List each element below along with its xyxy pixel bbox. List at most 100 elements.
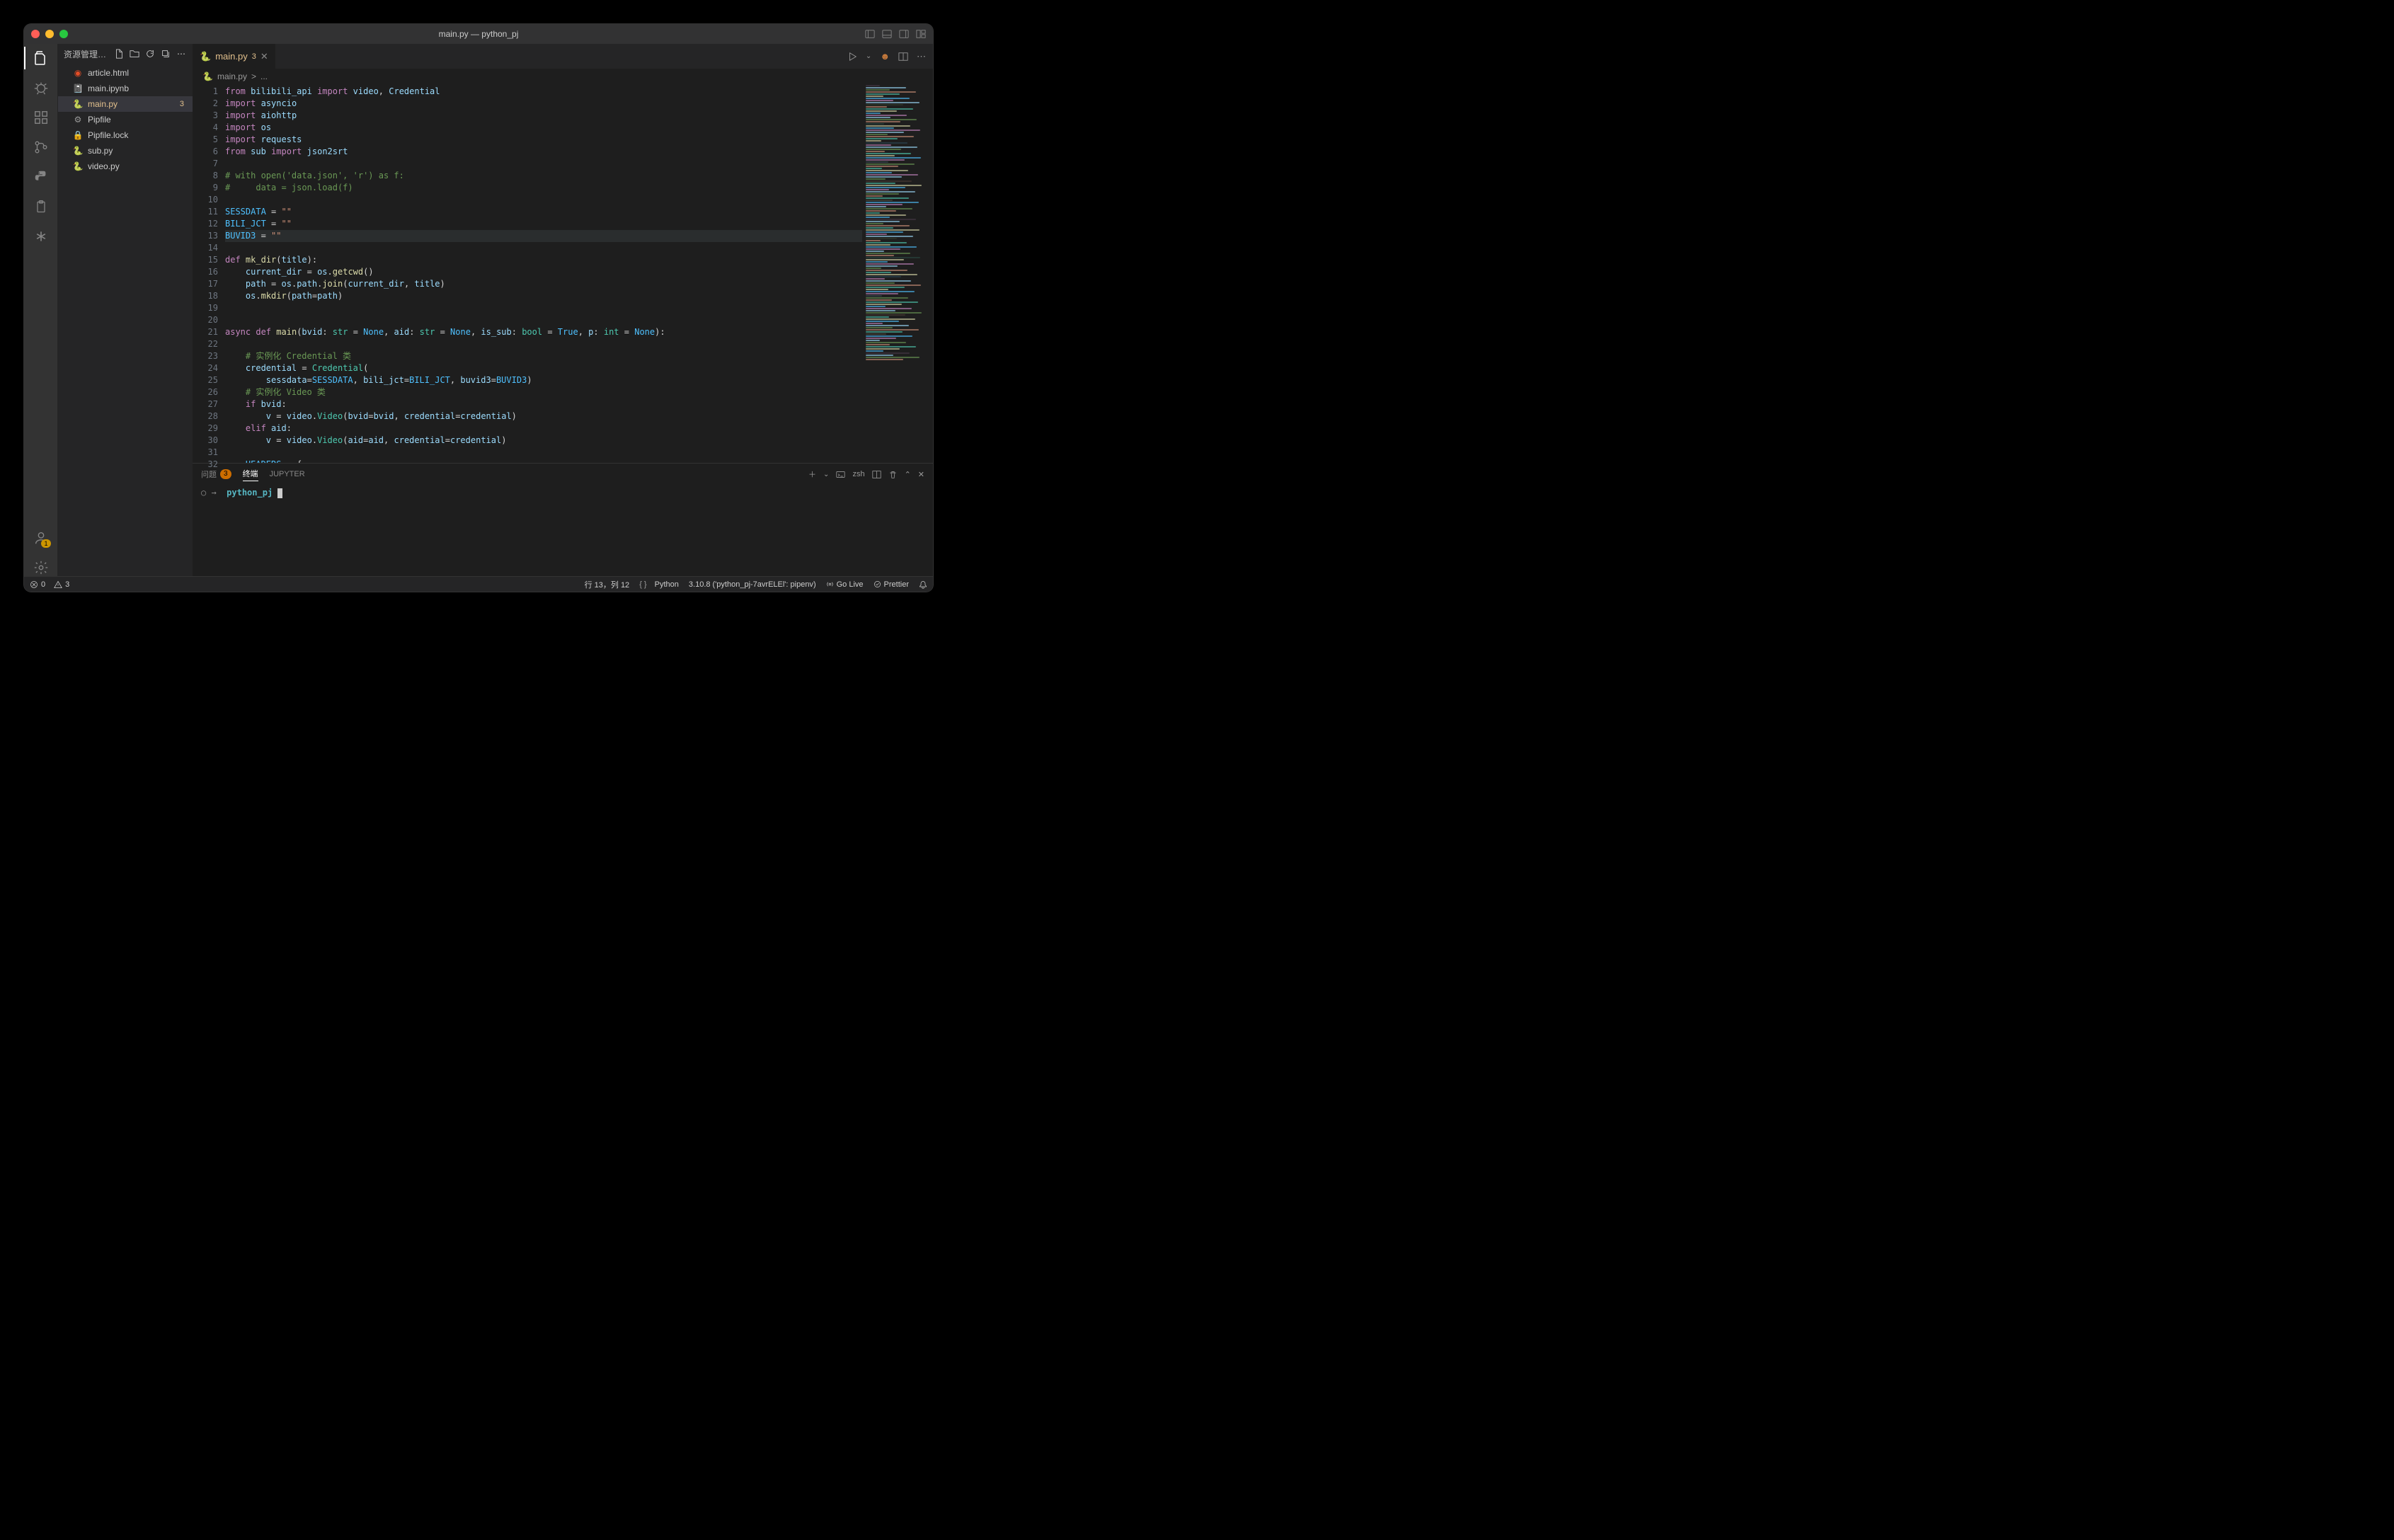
pipfile-icon: ⚙ [72,114,84,125]
layout-controls [865,29,926,39]
file-item[interactable]: ⚙ Pipfile [58,112,193,127]
more-actions-icon[interactable]: ⋯ [917,51,926,62]
status-notifications-icon[interactable] [919,580,927,589]
toggle-sidebar-icon[interactable] [865,29,875,39]
editor[interactable]: 1234567891011121314151617181920212223242… [193,84,933,463]
tab-close-icon[interactable]: ✕ [260,51,268,62]
lock-icon: 🔒 [72,130,84,141]
breadcrumb-symbol: ... [260,71,268,81]
settings-gear-icon[interactable] [33,559,50,576]
copilot-icon[interactable]: ☻ [880,51,890,62]
line-numbers: 1234567891011121314151617181920212223242… [193,84,225,463]
new-terminal-icon[interactable]: ＋ [808,469,816,480]
collapse-all-icon[interactable] [160,48,171,59]
terminal-cwd: python_pj [227,488,273,498]
python-icon: 🐍 [72,161,84,172]
terminal[interactable]: ○ → python_pj [193,485,933,576]
terminal-cursor [277,488,282,498]
breadcrumb-sep: > [251,71,256,81]
split-editor-icon[interactable] [898,52,908,62]
editor-actions: ⌄ ☻ ⋯ [840,44,933,69]
file-name: main.py [88,99,176,109]
tab-badge: 3 [252,52,256,61]
file-name: main.ipynb [88,84,187,93]
new-file-icon[interactable] [113,48,125,59]
close-icon[interactable] [31,30,40,38]
editor-tabs: 🐍 main.py 3 ✕ ⌄ ☻ ⋯ [193,44,933,69]
notebook-icon: 📓 [72,83,84,94]
python-icon: 🐍 [72,98,84,110]
panel-tab-terminal[interactable]: 终端 [243,468,258,481]
status-bar: 0 3 行 13，列 12 { } Python 3.10.8 ('python… [24,576,933,592]
traffic-lights [31,30,68,38]
file-name: Pipfile.lock [88,130,187,140]
clipboard-icon[interactable] [33,198,50,215]
split-terminal-icon[interactable] [872,470,881,479]
refresh-icon[interactable] [144,48,156,59]
toggle-panel-icon[interactable] [882,29,892,39]
file-item[interactable]: 🐍 sub.py [58,143,193,159]
explorer-title: 资源管理器: P... [64,48,109,60]
customize-layout-icon[interactable] [916,29,926,39]
python-env-icon[interactable] [33,168,50,185]
tab-main-py[interactable]: 🐍 main.py 3 ✕ [193,44,276,69]
status-interpreter[interactable]: 3.10.8 ('python_pj-7avrELEl': pipenv) [689,580,816,589]
run-icon[interactable] [847,52,857,62]
breadcrumb-file: main.py [217,71,247,81]
file-list: ◉article.html 📓 main.ipynb 🐍 main.py 3 ⚙ Pipfil… [58,64,193,174]
editor-group: 🐍 main.py 3 ✕ ⌄ ☻ ⋯ 🐍 main.py > ... [193,44,933,576]
status-errors[interactable]: 0 [30,580,45,589]
status-cursor-position[interactable]: 行 13，列 12 [585,579,630,590]
source-control-icon[interactable] [33,139,50,156]
file-item[interactable]: ◉article.html [58,65,193,81]
asterisk-icon[interactable] [33,228,50,245]
kill-terminal-icon[interactable] [888,470,898,479]
bottom-panel: 问题 3 终端 JUPYTER ＋ ⌄ zsh ⌃ ✕ [193,463,933,576]
problems-badge: 3 [220,469,231,479]
chevron-down-icon[interactable]: ⌄ [866,52,871,60]
status-golive[interactable]: Go Live [826,580,864,589]
terminal-prompt-symbol: ○ → [201,488,217,498]
python-icon: 🐍 [200,51,211,62]
close-panel-icon[interactable]: ✕ [918,470,924,479]
accounts-icon[interactable]: 1 [33,529,50,546]
titlebar: main.py — python_pj [24,24,933,44]
terminal-profile-icon[interactable] [836,470,845,479]
explorer-icon[interactable] [33,50,50,67]
tab-label: main.py [215,51,248,62]
status-prettier[interactable]: Prettier [874,580,909,589]
maximize-icon[interactable] [59,30,68,38]
terminal-dropdown-icon[interactable]: ⌄ [823,471,829,478]
file-name: Pipfile [88,115,187,125]
panel-tabs: 问题 3 终端 JUPYTER ＋ ⌄ zsh ⌃ ✕ [193,464,933,485]
file-item[interactable]: 🐍 video.py [58,159,193,174]
more-icon[interactable]: ⋯ [176,48,187,59]
toggle-secondary-icon[interactable] [899,29,909,39]
status-language[interactable]: { } Python [639,580,679,589]
explorer-sidebar: 资源管理器: P... ⋯ ◉article.html 📓 main.ipynb 🐍 m… [58,44,193,576]
status-warnings[interactable]: 3 [54,580,69,589]
window-title: main.py — python_pj [24,29,933,39]
explorer-header: 资源管理器: P... ⋯ [58,44,193,64]
python-icon: 🐍 [202,71,213,81]
file-name: sub.py [88,146,187,156]
maximize-panel-icon[interactable]: ⌃ [905,470,911,479]
breadcrumb[interactable]: 🐍 main.py > ... [193,69,933,84]
file-name: video.py [88,161,187,171]
file-item[interactable]: 🐍 main.py 3 [58,96,193,112]
minimap[interactable] [862,84,933,463]
shell-name: zsh [852,470,864,478]
html-icon: ◉ [72,67,84,79]
file-item[interactable]: 🔒 Pipfile.lock [58,127,193,143]
panel-tab-jupyter[interactable]: JUPYTER [270,470,305,478]
minimize-icon[interactable] [45,30,54,38]
code-content[interactable]: from bilibili_api import video, Credenti… [225,84,862,463]
python-icon: 🐍 [72,145,84,156]
file-item[interactable]: 📓 main.ipynb [58,81,193,96]
debug-bug-icon[interactable] [33,79,50,96]
accounts-badge: 1 [41,539,50,548]
vscode-window: main.py — python_pj 1 资源管理器: P... [24,24,933,592]
new-folder-icon[interactable] [129,48,140,59]
file-badge: 3 [180,100,187,108]
extensions-icon[interactable] [33,109,50,126]
